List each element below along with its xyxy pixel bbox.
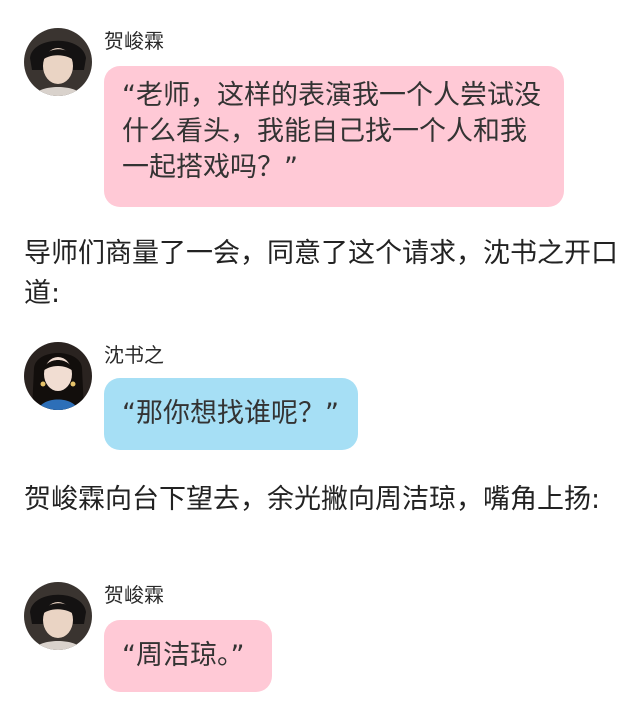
message-bubble: “老师，这样的表演我一个人尝试没什么看头，我能自己找一个人和我一起搭戏吗？” xyxy=(104,66,564,207)
avatar xyxy=(24,342,92,410)
chat-message: 贺峻霖 “老师，这样的表演我一个人尝试没什么看头，我能自己找一个人和我一起搭戏吗… xyxy=(24,28,584,210)
sender-name: 贺峻霖 xyxy=(104,583,164,607)
avatar xyxy=(24,582,92,650)
message-bubble: “周洁琼。” xyxy=(104,620,272,692)
sender-name: 贺峻霖 xyxy=(104,29,164,53)
sender-name: 沈书之 xyxy=(104,343,164,367)
narration-text: 导师们商量了一会，同意了这个请求，沈书之开口道: xyxy=(24,238,618,309)
chat-message: 沈书之 “那你想找谁呢？” xyxy=(24,342,424,452)
chat-message: 贺峻霖 “周洁琼。” xyxy=(24,582,424,694)
narration-text: 贺峻霖向台下望去，余光撇向周洁琼，嘴角上扬: xyxy=(24,484,601,515)
avatar xyxy=(24,28,92,96)
message-bubble: “那你想找谁呢？” xyxy=(104,378,358,450)
